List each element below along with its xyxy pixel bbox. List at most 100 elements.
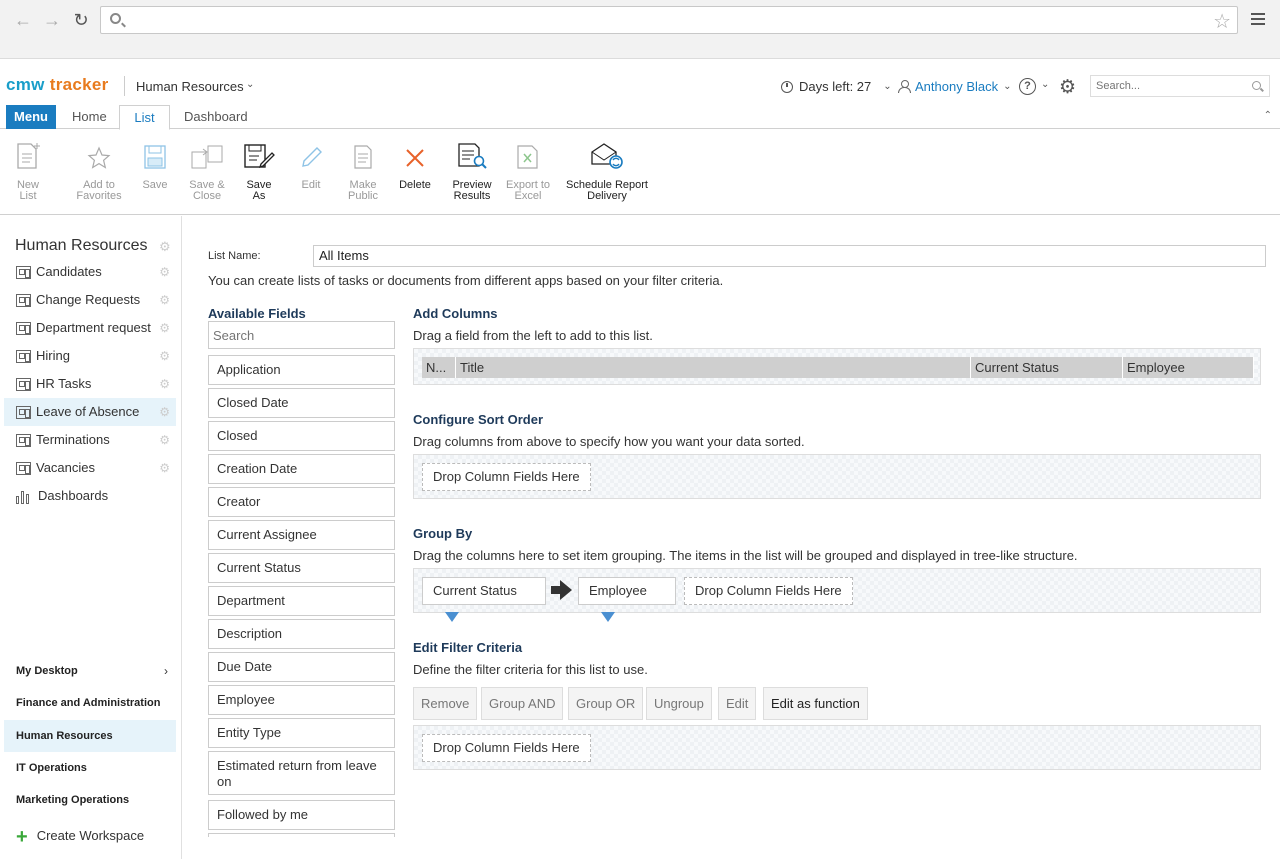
workspace-finance-and-administration[interactable]: Finance and Administration — [4, 687, 176, 719]
fields-search-input[interactable] — [208, 321, 395, 349]
workspace-my-desktop[interactable]: My Desktop › — [4, 655, 176, 687]
pencil-icon — [296, 142, 326, 170]
field-item[interactable]: Entity Type — [208, 718, 395, 748]
edit-button[interactable]: Edit — [296, 142, 326, 191]
column-header[interactable]: N... — [422, 357, 456, 378]
workspace-human-resources[interactable]: Human Resources — [4, 720, 176, 752]
field-item[interactable]: Description — [208, 619, 395, 649]
columns-dropzone[interactable]: N... Title Current Status Employee — [413, 348, 1261, 385]
gear-icon[interactable]: ⚙ — [159, 258, 170, 286]
add-to-favorites-button[interactable]: Add to Favorites — [74, 142, 124, 202]
group-by-dropzone[interactable]: Current Status Employee Drop Column Fiel… — [413, 568, 1261, 622]
new-list-button[interactable]: New List — [8, 142, 48, 202]
tab-dashboard[interactable]: Dashboard — [176, 105, 256, 129]
gear-icon[interactable]: ⚙ — [159, 398, 170, 426]
filter-dropzone[interactable]: Drop Column Fields Here — [413, 725, 1261, 770]
field-item[interactable]: Creator — [208, 487, 395, 517]
field-item[interactable]: Department — [208, 586, 395, 616]
sidebar-item-hr-tasks[interactable]: HR Tasks ⚙ — [4, 370, 176, 398]
drop-placeholder[interactable]: Drop Column Fields Here — [422, 734, 591, 762]
available-fields-list[interactable]: Application Closed Date Closed Creation … — [208, 321, 395, 837]
dropdown-triangle-icon[interactable] — [445, 612, 459, 622]
sidebar-item-department-request[interactable]: Department request ⚙ — [4, 314, 176, 342]
group-chip-current-status[interactable]: Current Status — [422, 577, 546, 622]
gear-icon[interactable]: ⚙ — [159, 286, 170, 314]
workspace-marketing-operations[interactable]: Marketing Operations — [4, 784, 176, 816]
workspace-selector[interactable]: Human Resources — [136, 79, 244, 94]
browser-menu-icon[interactable] — [1251, 13, 1265, 28]
sidebar-title[interactable]: Human Resources — [15, 237, 148, 255]
group-chip-employee[interactable]: Employee — [578, 577, 676, 622]
sidebar-item-candidates[interactable]: Candidates ⚙ — [4, 258, 176, 286]
remove-button[interactable]: Remove — [413, 687, 478, 720]
group-and-button[interactable]: Group AND — [481, 687, 564, 720]
list-name-input[interactable]: All Items — [313, 245, 1266, 267]
drop-placeholder[interactable]: Drop Column Fields Here — [422, 463, 591, 491]
field-item[interactable]: Closed Date — [208, 388, 395, 418]
gear-icon[interactable]: ⚙ — [159, 454, 170, 482]
schedule-report-delivery-button[interactable]: Schedule Report Delivery — [560, 142, 654, 202]
sidebar-item-dashboards[interactable]: Dashboards — [4, 482, 176, 510]
back-arrow-icon[interactable]: ← — [13, 10, 33, 31]
forward-arrow-icon[interactable]: → — [42, 10, 62, 31]
column-header[interactable]: Current Status — [971, 357, 1123, 378]
chevron-down-icon[interactable]: ⌄ — [1041, 79, 1049, 90]
address-bar[interactable]: ☆ — [100, 6, 1238, 34]
tab-menu[interactable]: Menu — [6, 105, 56, 129]
field-item[interactable]: Followed by me — [208, 800, 395, 830]
workspace-it-operations[interactable]: IT Operations — [4, 752, 176, 784]
sidebar-item-hiring[interactable]: Hiring ⚙ — [4, 342, 176, 370]
save-as-button[interactable]: Save As — [241, 142, 277, 202]
save-and-close-button[interactable]: Save & Close — [186, 142, 228, 202]
sidebar-item-terminations[interactable]: Terminations ⚙ — [4, 426, 176, 454]
field-item[interactable]: Closed — [208, 421, 395, 451]
field-item[interactable]: Current Status — [208, 553, 395, 583]
create-workspace-link[interactable]: + Create Workspace — [16, 826, 144, 849]
user-icon — [898, 80, 911, 93]
field-item[interactable]: Estimated return from leave on — [208, 751, 395, 795]
make-public-button[interactable]: Make Public — [344, 142, 382, 202]
field-item[interactable]: Due Date — [208, 652, 395, 682]
edit-as-function-button[interactable]: Edit as function — [763, 687, 868, 720]
help-icon[interactable]: ? — [1019, 78, 1036, 95]
save-button[interactable]: Save — [138, 142, 172, 191]
sidebar-item-vacancies[interactable]: Vacancies ⚙ — [4, 454, 176, 482]
column-header[interactable]: Title — [456, 357, 971, 378]
app-logo[interactable]: cmw tracker — [6, 75, 109, 95]
search-icon[interactable] — [1252, 81, 1261, 90]
global-search-input[interactable] — [1091, 76, 1241, 96]
field-item[interactable]: Current Assignee — [208, 520, 395, 550]
gear-icon[interactable]: ⚙ — [1059, 76, 1076, 99]
preview-results-button[interactable]: Preview Results — [450, 142, 494, 202]
sort-dropzone[interactable]: Drop Column Fields Here — [413, 454, 1261, 499]
gear-icon[interactable]: ⚙ — [159, 314, 170, 342]
global-search[interactable] — [1090, 75, 1270, 97]
dropdown-triangle-icon[interactable] — [601, 612, 615, 622]
reload-icon[interactable]: ↻ — [71, 10, 91, 31]
field-item[interactable]: Application — [208, 355, 395, 385]
tab-list[interactable]: List — [119, 105, 170, 130]
user-menu[interactable]: Anthony Black ⌄ — [898, 79, 1012, 94]
trial-days-left[interactable]: Days left: 27 ⌄ — [781, 79, 892, 94]
tab-home[interactable]: Home — [64, 105, 115, 129]
column-header[interactable]: Employee — [1123, 357, 1254, 378]
gear-icon[interactable]: ⚙ — [159, 239, 171, 255]
chevron-down-icon[interactable]: ⌄ — [246, 79, 254, 90]
field-item[interactable]: Creation Date — [208, 454, 395, 484]
sidebar-item-leave-of-absence[interactable]: Leave of Absence ⚙ — [4, 398, 176, 426]
gear-icon[interactable]: ⚙ — [159, 342, 170, 370]
clock-icon — [781, 80, 793, 93]
group-or-button[interactable]: Group OR — [568, 687, 644, 720]
bookmark-star-icon[interactable]: ☆ — [1213, 9, 1231, 34]
gear-icon[interactable]: ⚙ — [159, 370, 170, 398]
field-item[interactable] — [208, 833, 395, 837]
gear-icon[interactable]: ⚙ — [159, 426, 170, 454]
export-to-excel-button[interactable]: Export to Excel — [502, 142, 554, 202]
drop-placeholder[interactable]: Drop Column Fields Here — [684, 577, 853, 605]
sidebar-item-change-requests[interactable]: Change Requests ⚙ — [4, 286, 176, 314]
collapse-ribbon-icon[interactable]: ⌃ — [1264, 110, 1272, 121]
ungroup-button[interactable]: Ungroup — [646, 687, 712, 720]
delete-button[interactable]: Delete — [396, 142, 434, 191]
edit-filter-button[interactable]: Edit — [718, 687, 757, 720]
field-item[interactable]: Employee — [208, 685, 395, 715]
